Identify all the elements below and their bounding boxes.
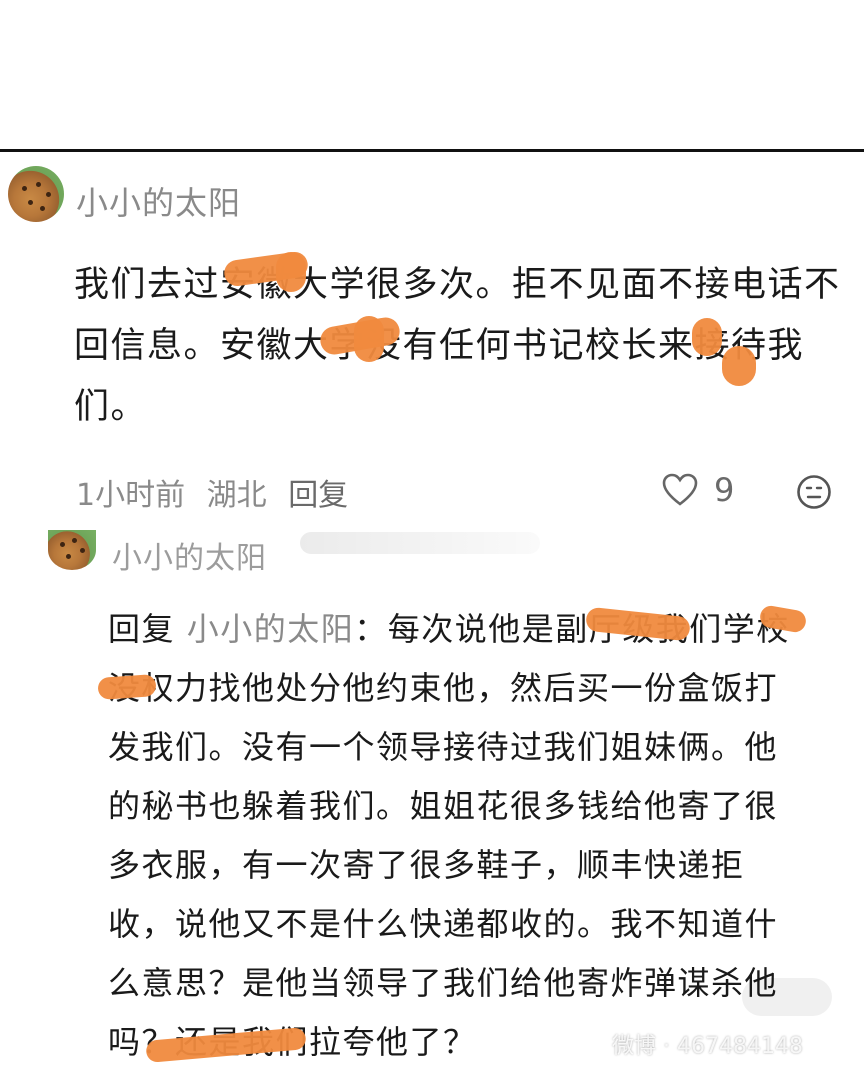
reply-text: ：每次说他是副厅级我们学校没权力找他处分他约束他，然后买一份盒饭打发我们。没有一… <box>108 610 790 1061</box>
comment-username[interactable]: 小小的太阳 <box>76 178 241 224</box>
heart-outline-icon <box>662 473 698 506</box>
reply-prefix: 回复 <box>108 610 176 648</box>
like-count: 9 <box>714 471 735 509</box>
reply-button[interactable]: 回复 <box>288 478 348 513</box>
comment-body: 我们去过安徽大学很多次。拒不见面不接电话不回信息。安徽大学没有任何书记校长来接待… <box>74 265 841 427</box>
screenshot-page: 小小的太阳 我们去过安徽大学很多次。拒不见面不接电话不回信息。安徽大学没有任何书… <box>0 0 864 1080</box>
reply-username[interactable]: 小小的太阳 <box>112 533 267 577</box>
comment-location: 湖北 <box>206 478 267 513</box>
redaction-mark <box>354 316 384 362</box>
redaction-mark <box>97 674 157 700</box>
comment-meta: 1小时前 湖北 回复 <box>76 470 360 514</box>
avatar[interactable] <box>8 166 64 222</box>
comment-time: 1小时前 <box>76 478 186 513</box>
redaction-mark <box>722 346 756 386</box>
redaction-mark <box>692 318 722 356</box>
watermark: 微博 · 467484148 <box>612 1034 803 1059</box>
overlay-artifact <box>300 532 540 554</box>
reply-avatar[interactable] <box>48 530 96 570</box>
redaction-mark <box>276 252 306 292</box>
neutral-face-icon[interactable] <box>796 474 832 510</box>
reply-body: 回复 小小的太阳：每次说他是副厅级我们学校没权力找他处分他约束他，然后买一份盒饭… <box>108 600 808 1072</box>
overlay-artifact <box>742 978 832 1016</box>
like-button[interactable]: 9 <box>662 471 735 509</box>
reply-target-user[interactable]: 小小的太阳 <box>187 610 355 648</box>
blank-header-area <box>0 0 864 150</box>
divider-line <box>0 149 864 152</box>
